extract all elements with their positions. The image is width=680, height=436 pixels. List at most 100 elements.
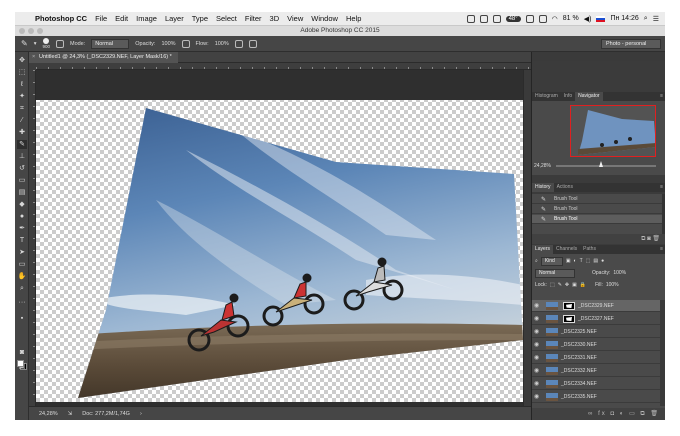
navigator-zoom-value[interactable]: 24,28% (534, 163, 551, 169)
layer-row[interactable]: ◉ _DSC2325.NEF (532, 326, 660, 338)
brush-size-picker[interactable]: 900 (42, 38, 50, 49)
document-tab[interactable]: × Untitled1 @ 24,3% (_DSC2329.NEF, Layer… (29, 52, 178, 63)
visibility-eye-icon[interactable]: ◉ (534, 313, 539, 325)
layer-row[interactable]: ◉ _DSC2334.NEF (532, 378, 660, 390)
horizontal-ruler[interactable] (36, 63, 531, 70)
status-zoom[interactable]: 24,28% (39, 411, 58, 417)
zoom-tool-icon[interactable]: ⌕ (17, 284, 27, 293)
hand-tool-icon[interactable]: ✋ (17, 272, 27, 281)
layer-mask-thumbnail[interactable] (563, 302, 575, 310)
lock-transparent-icon[interactable]: ⬚ (550, 282, 555, 288)
lasso-tool-icon[interactable]: ℓ (17, 80, 27, 89)
adjustment-filter-icon[interactable]: ◐ (574, 258, 577, 264)
canvas-area[interactable] (36, 70, 523, 406)
visibility-eye-icon[interactable]: ◉ (534, 352, 539, 364)
crop-tool-icon[interactable]: ⌗ (17, 104, 27, 113)
delete-layer-icon[interactable]: 🗑 (650, 411, 660, 417)
type-filter-icon[interactable]: T (580, 258, 583, 264)
close-tab-icon[interactable]: × (32, 52, 35, 63)
volume-icon[interactable]: ◀) (584, 15, 592, 23)
layer-name[interactable]: _DSC2332.NEF (561, 365, 597, 377)
layer-row[interactable]: ◉ _DSC2327.NEF (532, 313, 660, 325)
layer-name[interactable]: _DSC2331.NEF (561, 352, 597, 364)
menu-image[interactable]: Image (132, 14, 161, 23)
foreground-color-swatch[interactable] (17, 360, 24, 367)
brush-tool-preset-icon[interactable]: ✎ (21, 39, 28, 48)
lock-all-icon[interactable]: 🔒 (580, 282, 586, 288)
visibility-eye-icon[interactable]: ◉ (534, 326, 539, 338)
move-tool-icon[interactable]: ✥ (17, 56, 27, 65)
clock[interactable]: Пн 14:26 (610, 15, 638, 22)
layer-thumbnail[interactable] (546, 341, 558, 349)
tab-histogram[interactable]: Histogram (532, 92, 561, 101)
quick-mask-icon[interactable]: ◙ (17, 348, 27, 357)
layer-thumbnail[interactable] (546, 380, 558, 388)
history-item-selected[interactable]: ✎ Brush Tool (532, 215, 662, 224)
minimize-window-button[interactable] (28, 28, 34, 34)
panel-menu-icon[interactable]: ≡ (657, 92, 665, 101)
visibility-eye-icon[interactable]: ◉ (534, 378, 539, 390)
new-group-icon[interactable]: ▭ (629, 411, 637, 417)
eraser-tool-icon[interactable]: ▭ (17, 176, 27, 185)
preset-chevron-icon[interactable]: ▾ (34, 41, 37, 47)
layer-row-selected[interactable]: ◉ _DSC2329.NEF (532, 300, 660, 312)
vertical-ruler[interactable] (29, 70, 36, 406)
visibility-eye-icon[interactable]: ◉ (534, 391, 539, 403)
layer-opacity-value[interactable]: 100% (613, 270, 626, 276)
smart-object-filter-icon[interactable]: ▤ (593, 258, 598, 264)
tab-paths[interactable]: Paths (580, 245, 599, 254)
layer-thumbnail[interactable] (546, 354, 558, 362)
path-select-tool-icon[interactable]: ➤ (17, 248, 27, 257)
opacity-value[interactable]: 100% (161, 41, 175, 47)
shape-tool-icon[interactable]: ▭ (17, 260, 27, 269)
layer-name[interactable]: _DSC2334.NEF (561, 378, 597, 390)
tab-history[interactable]: History (532, 183, 554, 192)
quick-select-tool-icon[interactable]: ✦ (17, 92, 27, 101)
canvas-vertical-scrollbar[interactable] (523, 70, 531, 406)
visibility-eye-icon[interactable]: ◉ (534, 339, 539, 351)
layer-row[interactable]: ◉ _DSC2332.NEF (532, 365, 660, 377)
status-menu-icon[interactable]: › (140, 411, 142, 417)
layer-name[interactable]: _DSC2327.NEF (578, 313, 614, 325)
history-item[interactable]: ✎ Brush Tool (532, 195, 662, 204)
panel-collapse-strip[interactable] (532, 52, 665, 61)
bluetooth-icon[interactable] (538, 14, 547, 23)
tab-layers[interactable]: Layers (532, 245, 554, 254)
layer-row[interactable]: ◉ _DSC2330.NEF (532, 339, 660, 351)
brush-panel-toggle-icon[interactable] (55, 39, 64, 48)
layer-thumbnail[interactable] (546, 393, 558, 401)
cloud-icon[interactable] (479, 14, 488, 23)
add-mask-icon[interactable]: ◘ (610, 411, 616, 417)
clone-stamp-tool-icon[interactable]: ⊥ (17, 152, 27, 161)
layer-style-icon[interactable]: fx (598, 411, 607, 417)
tab-actions[interactable]: Actions (554, 183, 576, 192)
filter-toggle-icon[interactable]: ● (601, 258, 604, 264)
menu-3d[interactable]: 3D (266, 14, 284, 23)
menu-app[interactable]: Photoshop CC (31, 14, 91, 23)
document-size[interactable]: Doc: 277,2M/1,74G (82, 411, 130, 417)
document-canvas[interactable] (36, 70, 523, 406)
kind-filter-select[interactable]: Kind (540, 256, 563, 266)
tab-navigator[interactable]: Navigator (575, 92, 603, 101)
panel-menu-icon[interactable]: ≡ (657, 183, 665, 192)
layer-name[interactable]: _DSC2329.NEF (578, 300, 614, 312)
navigator-zoom-slider[interactable] (556, 165, 656, 167)
zoom-window-button[interactable] (37, 28, 43, 34)
pen-tool-icon[interactable]: ✒ (17, 224, 27, 233)
shape-filter-icon[interactable]: ⬚ (586, 258, 591, 264)
delete-state-icon[interactable]: 🗑 (652, 236, 660, 242)
battery-percent[interactable]: 81 % (563, 15, 579, 22)
navigator-zoom-knob[interactable] (599, 161, 603, 167)
layer-thumbnail[interactable] (546, 302, 558, 310)
link-layers-icon[interactable]: ∞ (588, 411, 594, 417)
layer-thumbnail[interactable] (546, 328, 558, 336)
layer-thumbnail[interactable] (546, 315, 558, 323)
marquee-tool-icon[interactable]: ⬚ (17, 68, 27, 77)
layer-name[interactable]: _DSC2330.NEF (561, 339, 597, 351)
menu-file[interactable]: File (91, 14, 111, 23)
layer-name[interactable]: _DSC2335.NEF (561, 391, 597, 403)
airbrush-icon[interactable] (234, 39, 243, 48)
history-brush-tool-icon[interactable]: ↺ (17, 164, 27, 173)
dropbox-icon[interactable] (525, 14, 534, 23)
tab-info[interactable]: Info (561, 92, 575, 101)
